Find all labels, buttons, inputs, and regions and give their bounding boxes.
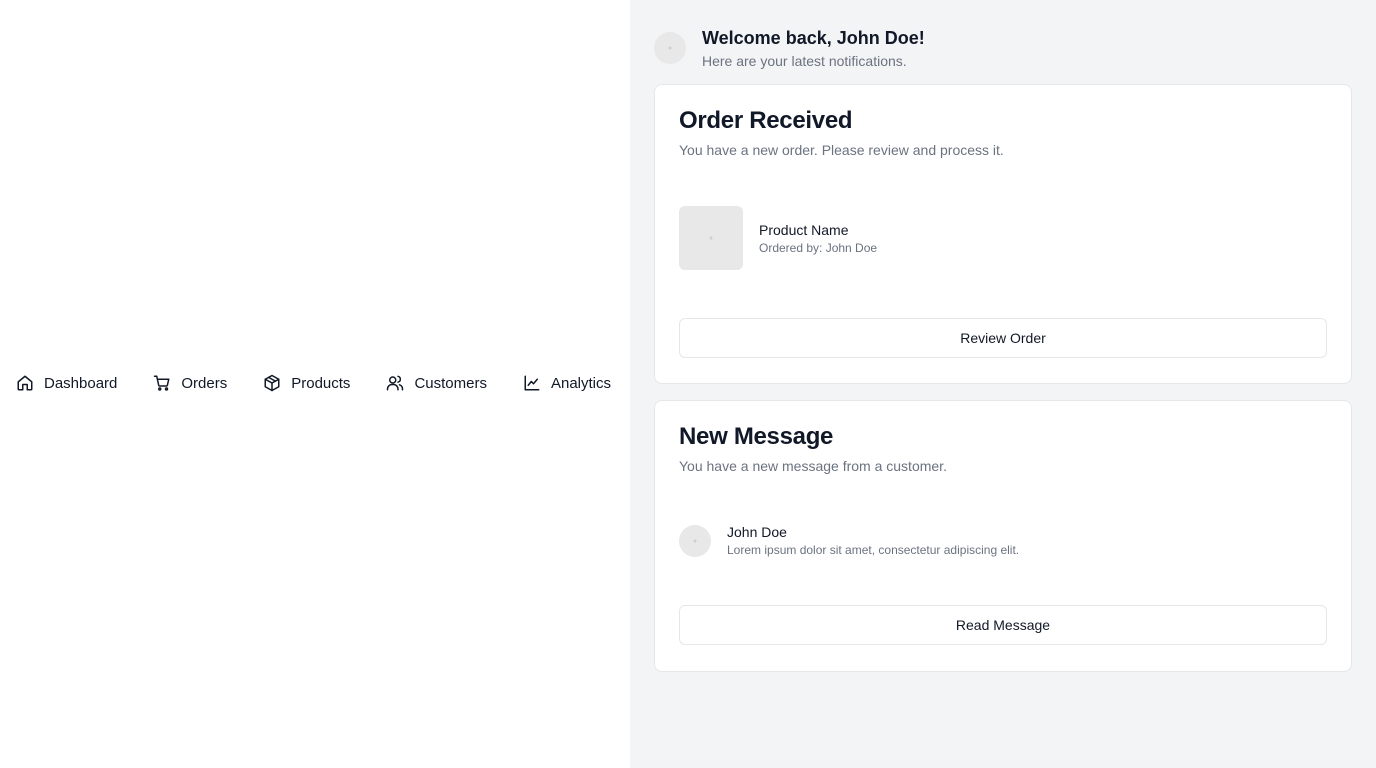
app-layout: Dashboard Orders Products Customers Anal… <box>0 0 1376 768</box>
product-row: Product Name Ordered by: John Doe <box>679 206 1327 270</box>
welcome-subtitle: Here are your latest notifications. <box>702 53 907 69</box>
avatar-placeholder-icon <box>693 539 697 542</box>
message-info: John Doe Lorem ipsum dolor sit amet, con… <box>727 524 1019 557</box>
card-title: Order Received <box>679 107 853 134</box>
order-received-card: Order Received You have a new order. Ple… <box>654 84 1352 384</box>
read-message-button[interactable]: Read Message <box>679 605 1327 645</box>
card-title: New Message <box>679 423 834 450</box>
package-icon <box>263 374 281 392</box>
nav-label-customers: Customers <box>414 374 487 392</box>
nav-item-dashboard[interactable]: Dashboard <box>16 374 117 392</box>
nav-label-products: Products <box>291 374 351 392</box>
nav-item-orders[interactable]: Orders <box>153 374 227 392</box>
nav-label-analytics: Analytics <box>550 374 611 392</box>
main-nav: Dashboard Orders Products Customers Anal… <box>16 374 611 392</box>
welcome-header: Welcome back, John Doe! Here are your la… <box>654 25 1352 69</box>
product-name: Product Name <box>759 221 849 238</box>
welcome-title: Welcome back, John Doe! <box>702 28 925 48</box>
line-chart-icon <box>523 374 541 392</box>
users-icon <box>386 374 404 392</box>
cart-icon <box>153 374 171 392</box>
card-subtitle: You have a new message from a customer. <box>679 458 947 474</box>
product-image <box>679 206 743 270</box>
avatar-placeholder-icon <box>668 46 672 50</box>
home-icon <box>16 374 34 392</box>
sender-avatar <box>679 524 711 557</box>
nav-item-analytics[interactable]: Analytics <box>523 374 611 392</box>
product-info: Product Name Ordered by: John Doe <box>759 222 877 255</box>
nav-item-products[interactable]: Products <box>263 374 350 392</box>
sender-name: John Doe <box>727 524 787 540</box>
avatar <box>654 32 686 64</box>
card-subtitle: You have a new order. Please review and … <box>679 142 1004 158</box>
image-placeholder-icon <box>709 236 713 240</box>
sidebar: Dashboard Orders Products Customers Anal… <box>0 0 630 768</box>
new-message-card: New Message You have a new message from … <box>654 400 1352 672</box>
welcome-text: Welcome back, John Doe! Here are your la… <box>702 25 925 69</box>
nav-label-dashboard: Dashboard <box>44 374 118 392</box>
message-row: John Doe Lorem ipsum dolor sit amet, con… <box>679 524 1327 557</box>
review-order-button[interactable]: Review Order <box>679 318 1327 358</box>
nav-item-customers[interactable]: Customers <box>386 374 487 392</box>
message-preview: Lorem ipsum dolor sit amet, consectetur … <box>727 543 1020 557</box>
ordered-by: Ordered by: John Doe <box>759 240 878 255</box>
nav-label-orders: Orders <box>181 374 228 392</box>
notifications-panel: Welcome back, John Doe! Here are your la… <box>630 0 1376 768</box>
